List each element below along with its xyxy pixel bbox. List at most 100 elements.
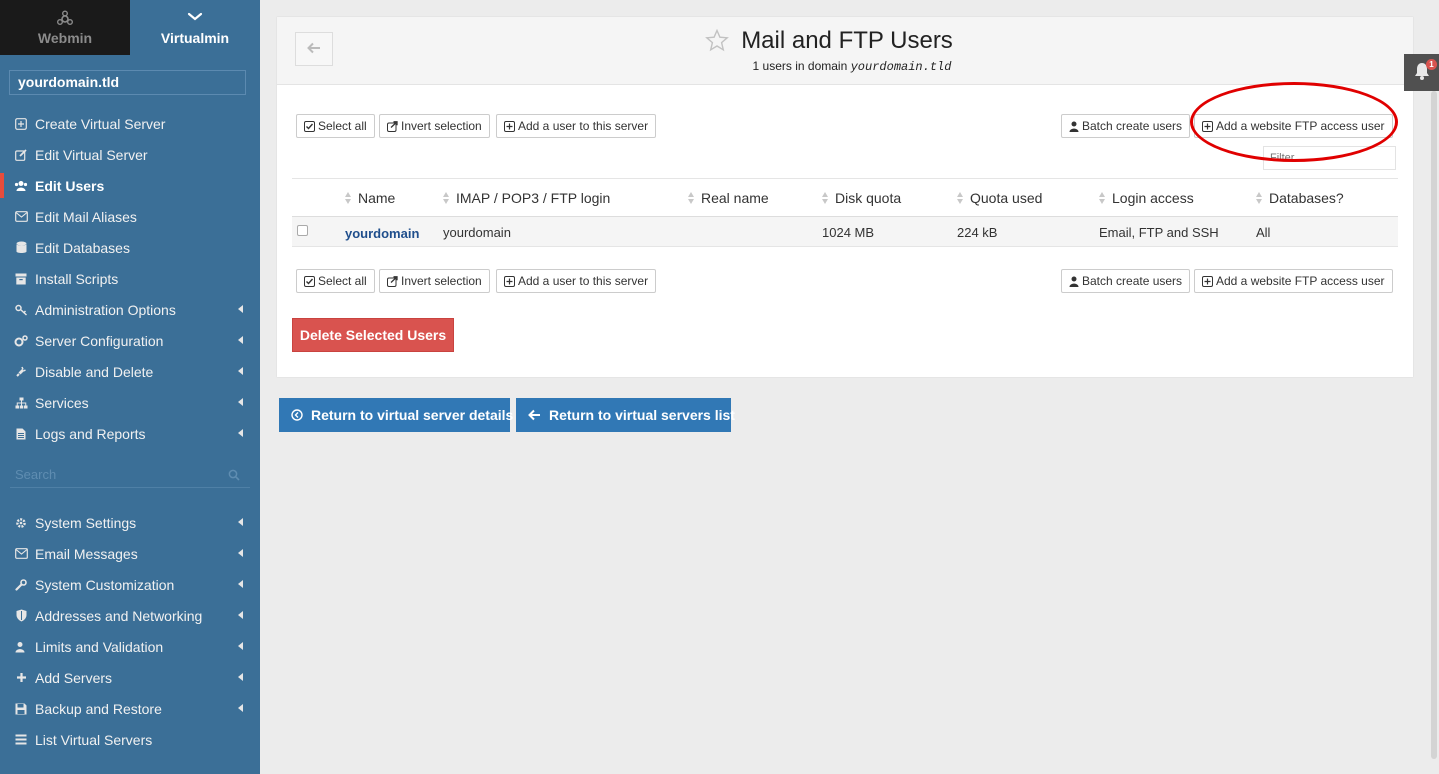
cell-name[interactable]: yourdomain bbox=[345, 226, 419, 241]
sidebar-item-edit-databases[interactable]: Edit Databases bbox=[0, 232, 260, 263]
notifications-button[interactable]: 1 bbox=[1404, 54, 1439, 91]
caret-left-icon bbox=[238, 642, 243, 650]
invert-selection-button-top[interactable]: Invert selection bbox=[379, 114, 490, 138]
delete-selected-users-button[interactable]: Delete Selected Users bbox=[292, 318, 454, 352]
sidebar-menu-system: System Settings Email Messages System Cust… bbox=[0, 507, 260, 755]
tab-webmin[interactable]: Webmin bbox=[0, 0, 130, 55]
batch-create-button-bottom[interactable]: Batch create users bbox=[1061, 269, 1191, 293]
sidebar-item-edit-mail-aliases[interactable]: Edit Mail Aliases bbox=[0, 201, 260, 232]
column-header-label: Login access bbox=[1112, 190, 1194, 206]
sidebar-item-label: Administration Options bbox=[35, 301, 176, 318]
sidebar: Webmin Virtualmin yourdomain.tld Create … bbox=[0, 0, 260, 774]
check-square-icon bbox=[304, 120, 315, 132]
sidebar-item-email-messages[interactable]: Email Messages bbox=[0, 538, 260, 569]
caret-left-icon bbox=[238, 336, 243, 344]
page-subtitle: 1 users in domain yourdomain.tld bbox=[717, 59, 987, 74]
sidebar-item-label: Install Scripts bbox=[35, 270, 119, 287]
sidebar-item-logs-and-reports[interactable]: Logs and Reports bbox=[0, 418, 260, 449]
tab-virtualmin[interactable]: Virtualmin bbox=[130, 0, 260, 55]
share-square-icon bbox=[387, 120, 398, 132]
domain-selector[interactable]: yourdomain.tld bbox=[9, 70, 246, 95]
sidebar-item-edit-users[interactable]: Edit Users bbox=[0, 170, 260, 201]
sidebar-item-edit-virtual-server[interactable]: Edit Virtual Server bbox=[0, 139, 260, 170]
plus-square-icon bbox=[1202, 120, 1213, 132]
sidebar-item-label: System Customization bbox=[35, 576, 175, 593]
sidebar-item-server-configuration[interactable]: Server Configuration bbox=[0, 325, 260, 356]
sidebar-item-administration-options[interactable]: Administration Options bbox=[0, 294, 260, 325]
sidebar-item-label: List Virtual Servers bbox=[35, 731, 153, 748]
sidebar-item-label: Edit Mail Aliases bbox=[35, 208, 137, 225]
column-header-imap-pop3-ftp-login[interactable]: IMAP / POP3 / FTP login bbox=[443, 190, 610, 206]
column-header-real-name[interactable]: Real name bbox=[688, 190, 769, 206]
sidebar-item-label: Addresses and Networking bbox=[35, 607, 203, 624]
add-user-button-bottom[interactable]: Add a user to this server bbox=[496, 269, 657, 293]
column-header-databases[interactable]: Databases? bbox=[1256, 190, 1344, 206]
plus-square-icon bbox=[504, 275, 515, 287]
sidebar-item-system-customization[interactable]: System Customization bbox=[0, 569, 260, 600]
edit-icon bbox=[14, 148, 28, 162]
sort-icon bbox=[957, 192, 964, 204]
select-all-button-bottom[interactable]: Select all bbox=[296, 269, 375, 293]
column-header-disk-quota[interactable]: Disk quota bbox=[822, 190, 901, 206]
select-all-label: Select all bbox=[318, 119, 367, 133]
sidebar-item-label: Edit Users bbox=[35, 177, 105, 194]
add-ftp-user-label: Add a website FTP access user bbox=[1216, 119, 1385, 133]
column-header-label: Name bbox=[358, 190, 396, 206]
invert-selection-button-bottom[interactable]: Invert selection bbox=[379, 269, 490, 293]
batch-create-label: Batch create users bbox=[1082, 274, 1183, 288]
arrow-circle-left-icon bbox=[291, 409, 303, 421]
sidebar-item-label: System Settings bbox=[35, 514, 137, 531]
sidebar-item-limits-and-validation[interactable]: Limits and Validation bbox=[0, 631, 260, 662]
sidebar-item-label: Add Servers bbox=[35, 669, 113, 686]
add-ftp-user-button-bottom[interactable]: Add a website FTP access user bbox=[1194, 269, 1393, 293]
sidebar-item-label: Server Configuration bbox=[35, 332, 164, 349]
column-header-login-access[interactable]: Login access bbox=[1099, 190, 1194, 206]
webmin-logo-icon bbox=[56, 10, 74, 28]
sidebar-item-backup-and-restore[interactable]: Backup and Restore bbox=[0, 693, 260, 724]
sidebar-search-input[interactable]: Search bbox=[10, 462, 250, 488]
add-user-button-top[interactable]: Add a user to this server bbox=[496, 114, 657, 138]
plus-icon bbox=[14, 671, 28, 685]
gear-icon bbox=[14, 516, 28, 530]
sidebar-item-add-servers[interactable]: Add Servers bbox=[0, 662, 260, 693]
shield-icon bbox=[14, 609, 28, 623]
sidebar-item-system-settings[interactable]: System Settings bbox=[0, 507, 260, 538]
page-scrollbar[interactable] bbox=[1431, 91, 1437, 759]
sort-icon bbox=[688, 192, 695, 204]
sidebar-item-list-virtual-servers[interactable]: List Virtual Servers bbox=[0, 724, 260, 755]
sidebar-item-services[interactable]: Services bbox=[0, 387, 260, 418]
row-checkbox[interactable] bbox=[297, 225, 308, 236]
caret-left-icon bbox=[238, 580, 243, 588]
sidebar-item-install-scripts[interactable]: Install Scripts bbox=[0, 263, 260, 294]
sidebar-item-label: Disable and Delete bbox=[35, 363, 154, 380]
select-all-button-top[interactable]: Select all bbox=[296, 114, 375, 138]
title-wrap: Mail and FTP Users bbox=[697, 27, 997, 55]
return-to-server-details-button[interactable]: Return to virtual server details bbox=[279, 398, 513, 432]
filter-input[interactable] bbox=[1263, 146, 1396, 170]
sidebar-item-addresses-and-networking[interactable]: Addresses and Networking bbox=[0, 600, 260, 631]
caret-left-icon bbox=[238, 398, 243, 406]
notification-count-badge: 1 bbox=[1426, 59, 1437, 70]
column-header-label: Quota used bbox=[970, 190, 1043, 206]
archive-icon bbox=[14, 272, 28, 286]
caret-left-icon bbox=[238, 429, 243, 437]
sidebar-item-label: Services bbox=[35, 394, 89, 411]
sidebar-item-label: Logs and Reports bbox=[35, 425, 146, 442]
list-icon bbox=[14, 733, 28, 747]
invert-selection-label: Invert selection bbox=[401, 119, 482, 133]
batch-create-button-top[interactable]: Batch create users bbox=[1061, 114, 1191, 138]
back-button[interactable] bbox=[295, 32, 333, 66]
sort-icon bbox=[443, 192, 450, 204]
return-to-servers-list-button[interactable]: Return to virtual servers list bbox=[516, 398, 735, 432]
sidebar-item-create-virtual-server[interactable]: Create Virtual Server bbox=[0, 108, 260, 139]
sidebar-search-placeholder: Search bbox=[15, 467, 57, 482]
table-row: yourdomain yourdomain 1024 MB 224 kB Email, … bbox=[292, 217, 1398, 247]
column-header-label: IMAP / POP3 / FTP login bbox=[456, 190, 611, 206]
column-header-quota-used[interactable]: Quota used bbox=[957, 190, 1042, 206]
column-header-name[interactable]: Name bbox=[345, 190, 395, 206]
add-user-label: Add a user to this server bbox=[518, 119, 649, 133]
sitemap-icon bbox=[14, 396, 28, 410]
page-title: Mail and FTP Users bbox=[741, 27, 953, 54]
add-ftp-user-button-top[interactable]: Add a website FTP access user bbox=[1194, 114, 1393, 138]
sidebar-item-disable-and-delete[interactable]: Disable and Delete bbox=[0, 356, 260, 387]
